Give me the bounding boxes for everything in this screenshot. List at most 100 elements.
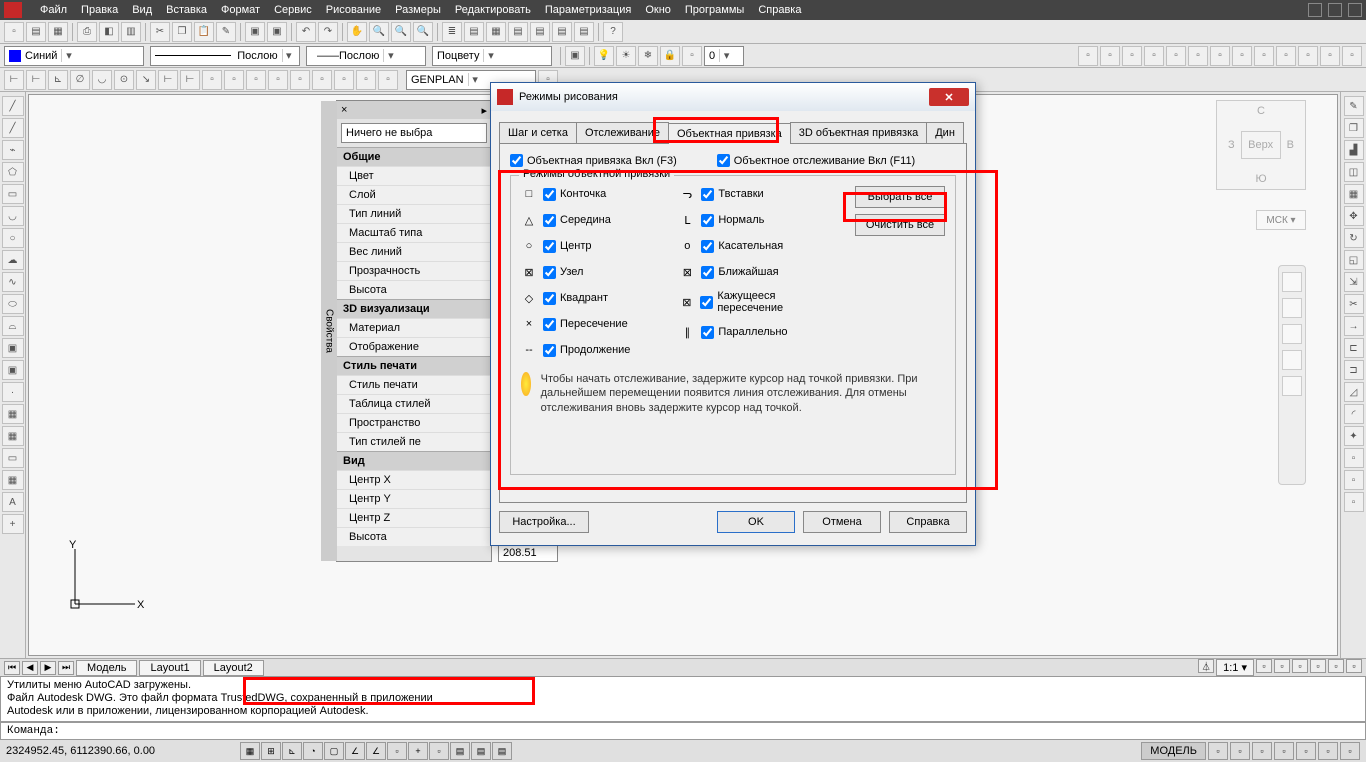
menu-help[interactable]: Справка: [758, 4, 801, 16]
polygon-icon[interactable]: ⬠: [2, 162, 24, 182]
tab-nav-next[interactable]: ▶: [40, 661, 56, 675]
snap-parallel-checkbox[interactable]: Параллельно: [701, 326, 787, 339]
d13-icon[interactable]: ▫: [268, 70, 288, 90]
table-icon[interactable]: ▦: [2, 470, 24, 490]
lineweight-combo[interactable]: —— Послою▾: [306, 46, 426, 66]
redo-icon[interactable]: ↷: [318, 22, 338, 42]
snap-insertion-checkbox[interactable]: Твставки: [701, 188, 763, 201]
tab-3dosnap[interactable]: 3D объектная привязка: [790, 122, 927, 143]
prop-row[interactable]: Цвет: [337, 166, 491, 185]
matchprop-icon[interactable]: ✎: [216, 22, 236, 42]
prop-row[interactable]: Таблица стилей: [337, 394, 491, 413]
prop-row[interactable]: Центр Z: [337, 508, 491, 527]
spline-icon[interactable]: ∿: [2, 272, 24, 292]
r5-icon[interactable]: ▫: [1166, 46, 1186, 66]
menu-modify[interactable]: Редактировать: [455, 4, 531, 16]
status-tpy-icon[interactable]: ▤: [450, 742, 470, 760]
menu-format[interactable]: Формат: [221, 4, 260, 16]
tab-layout1[interactable]: Layout1: [139, 660, 200, 676]
r7-icon[interactable]: ▫: [1210, 46, 1230, 66]
window-close-icon[interactable]: [1348, 3, 1362, 17]
prop-row[interactable]: Высота: [337, 527, 491, 546]
tab-tracking[interactable]: Отслеживание: [576, 122, 669, 143]
trans-combo[interactable]: 0▾: [704, 46, 744, 66]
command-line[interactable]: Команда:: [0, 722, 1366, 740]
revcloud-icon[interactable]: ☁: [2, 250, 24, 270]
r10-icon[interactable]: ▫: [1276, 46, 1296, 66]
d18-icon[interactable]: ▫: [378, 70, 398, 90]
d6-icon[interactable]: ⊙: [114, 70, 134, 90]
snap-endpoint-checkbox[interactable]: Конточка: [543, 188, 606, 201]
menu-view[interactable]: Вид: [132, 4, 152, 16]
tab-layout2[interactable]: Layout2: [203, 660, 264, 676]
ok-button[interactable]: OK: [717, 511, 795, 533]
mirror-icon[interactable]: ▟: [1344, 140, 1364, 160]
scale-person-icon[interactable]: ⏃: [1198, 659, 1214, 673]
ellipsearc-icon[interactable]: ⌓: [2, 316, 24, 336]
tb-icon[interactable]: ▣: [565, 46, 585, 66]
status-r2-icon[interactable]: ▫: [1230, 742, 1250, 760]
d3-icon[interactable]: ⊾: [48, 70, 68, 90]
viewcube[interactable]: С З Верх В Ю: [1216, 100, 1306, 190]
snap-extension-checkbox[interactable]: Продолжение: [543, 344, 630, 357]
block2-icon[interactable]: ▣: [267, 22, 287, 42]
tab-osnap[interactable]: Объектная привязка: [668, 123, 791, 144]
markup-icon[interactable]: ▤: [552, 22, 572, 42]
nav-orbit-icon[interactable]: [1282, 350, 1302, 370]
props-close-icon[interactable]: ×: [341, 104, 347, 116]
prop-row[interactable]: Прозрачность: [337, 261, 491, 280]
viewcube-top[interactable]: Верх: [1241, 131, 1281, 159]
prop-row[interactable]: Вес линий: [337, 242, 491, 261]
color-combo[interactable]: Синий▾: [4, 46, 144, 66]
r2-icon[interactable]: ▫: [1100, 46, 1120, 66]
selection-combo[interactable]: Ничего не выбра: [341, 123, 487, 143]
copy2-icon[interactable]: ❐: [1344, 118, 1364, 138]
status-polar-icon[interactable]: ◔: [303, 742, 323, 760]
d7-icon[interactable]: ↘: [136, 70, 156, 90]
d2-icon[interactable]: ⊢: [26, 70, 46, 90]
tab-dyn[interactable]: Дин: [926, 122, 964, 143]
prop-row[interactable]: Центр Y: [337, 489, 491, 508]
status-3dosnap-icon[interactable]: ∠: [345, 742, 365, 760]
scale-combo[interactable]: 1:1 ▾: [1216, 659, 1254, 676]
snap-node-checkbox[interactable]: Узел: [543, 266, 583, 279]
prop-row[interactable]: Высота: [337, 280, 491, 299]
trim-icon[interactable]: ✂: [1344, 294, 1364, 314]
undo-icon[interactable]: ↶: [296, 22, 316, 42]
scale-icon[interactable]: ◱: [1344, 250, 1364, 270]
prop-row[interactable]: Материал: [337, 318, 491, 337]
r13-icon[interactable]: ▫: [1342, 46, 1362, 66]
otrack-on-checkbox[interactable]: Объектное отслеживание Вкл (F11): [717, 154, 915, 167]
clear-all-button[interactable]: Очистить все: [855, 214, 945, 236]
status-osnap-icon[interactable]: ▢: [324, 742, 344, 760]
freeze-icon[interactable]: ❄: [638, 46, 658, 66]
open-icon[interactable]: ▤: [26, 22, 46, 42]
linetype-combo[interactable]: Послою▾: [150, 46, 300, 66]
nav-zoom-icon[interactable]: [1282, 324, 1302, 344]
snap-perpendicular-checkbox[interactable]: Нормаль: [701, 214, 764, 227]
print-icon[interactable]: ⎙: [77, 22, 97, 42]
join-icon[interactable]: ⊐: [1344, 360, 1364, 380]
chamfer-icon[interactable]: ◿: [1344, 382, 1364, 402]
d9-icon[interactable]: ⊢: [180, 70, 200, 90]
wcs-dropdown[interactable]: МСК ▾: [1256, 210, 1306, 230]
window-maximize-icon[interactable]: [1328, 3, 1342, 17]
help-icon[interactable]: ?: [603, 22, 623, 42]
block-icon[interactable]: ▣: [245, 22, 265, 42]
snap-nearest-checkbox[interactable]: Ближайшая: [701, 266, 778, 279]
zoom-icon[interactable]: 🔍: [369, 22, 389, 42]
gradient-icon[interactable]: ▦: [2, 426, 24, 446]
prop-row[interactable]: Стиль печати: [337, 375, 491, 394]
status-lwt-icon[interactable]: ▫: [429, 742, 449, 760]
status-ortho-icon[interactable]: ⊾: [282, 742, 302, 760]
tab-snapgrid[interactable]: Шаг и сетка: [499, 122, 577, 143]
tab-nav-first[interactable]: ⏮: [4, 661, 20, 675]
offset-icon[interactable]: ◫: [1344, 162, 1364, 182]
scale-i2-icon[interactable]: ▫: [1274, 659, 1290, 673]
menu-draw[interactable]: Рисование: [326, 4, 381, 16]
scale-i5-icon[interactable]: ▫: [1328, 659, 1344, 673]
snap-intersection-checkbox[interactable]: Пересечение: [543, 318, 628, 331]
rotate-icon[interactable]: ↻: [1344, 228, 1364, 248]
props-icon[interactable]: ▤: [464, 22, 484, 42]
menu-insert[interactable]: Вставка: [166, 4, 207, 16]
